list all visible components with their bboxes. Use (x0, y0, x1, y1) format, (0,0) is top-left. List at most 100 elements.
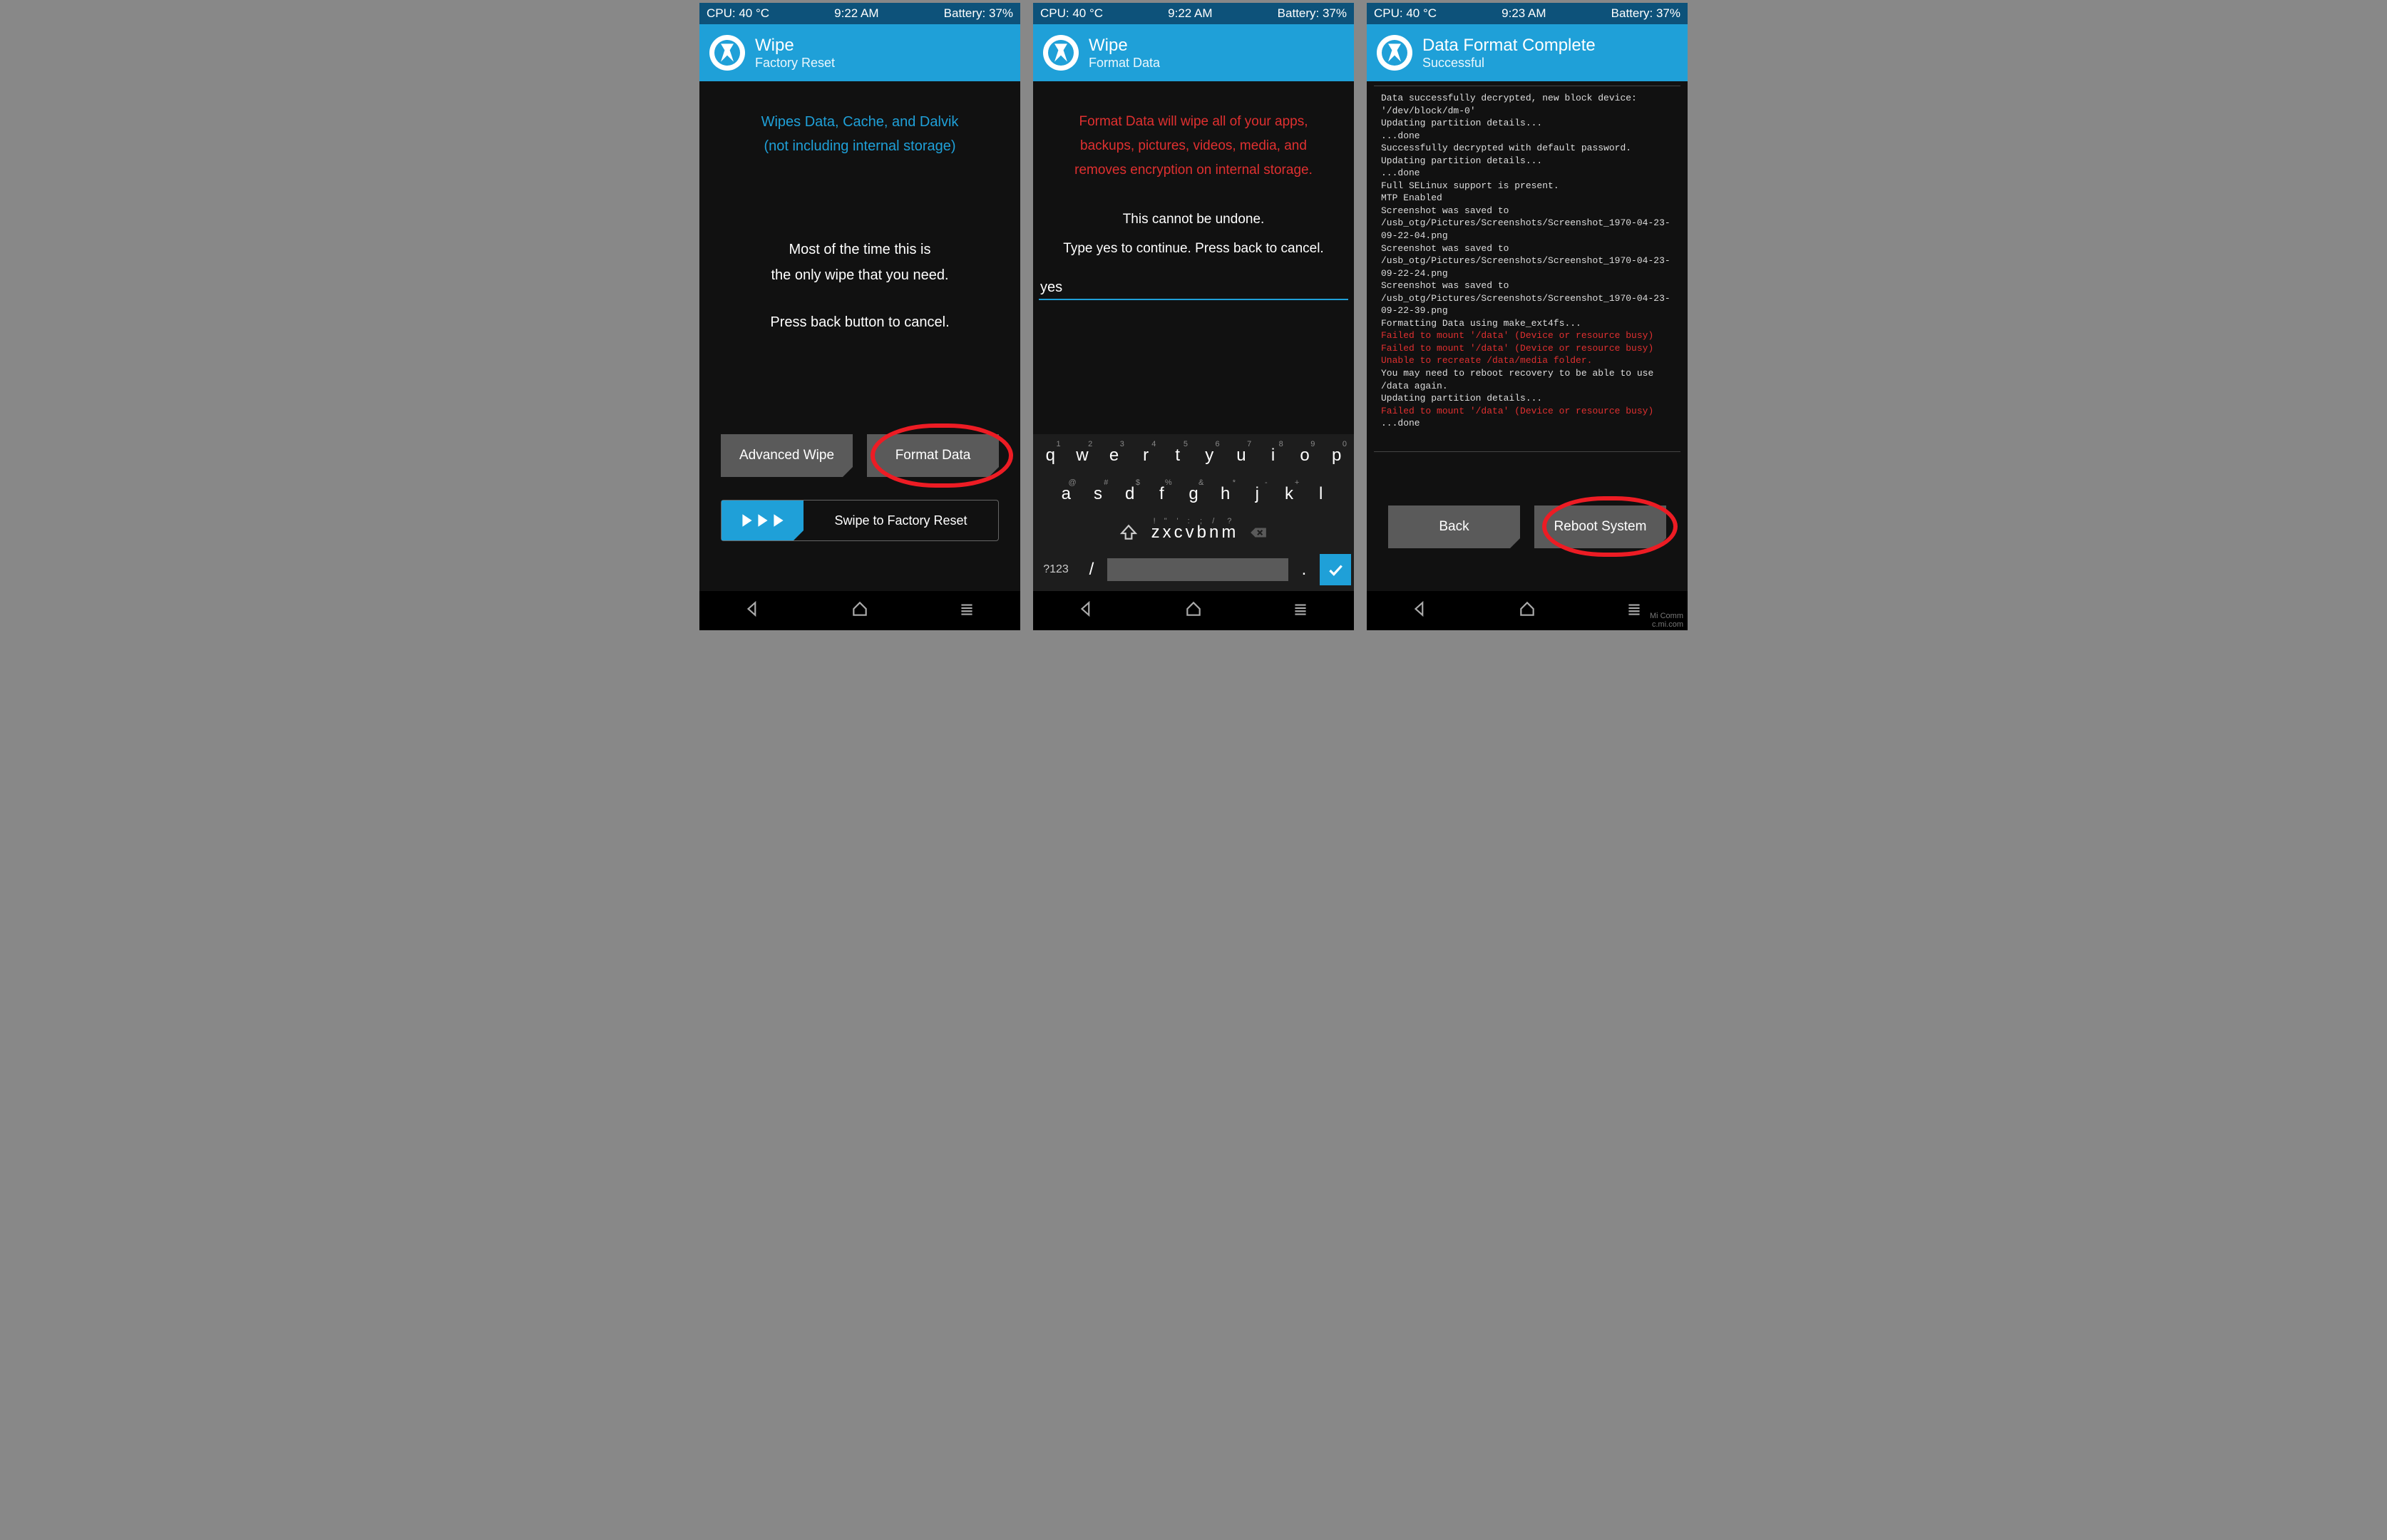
nav-bar (1367, 591, 1688, 630)
log-line: Failed to mount '/data' (Device or resou… (1381, 342, 1673, 355)
log-output: Data successfully decrypted, new block d… (1374, 86, 1680, 436)
enter-key[interactable] (1320, 554, 1351, 585)
key-c[interactable]: c' (1174, 515, 1183, 550)
menu-icon[interactable] (1291, 600, 1310, 622)
body-line: Type yes to continue. Press back to canc… (1033, 234, 1354, 264)
status-bar: CPU: 40 °C 9:22 AM Battery: 37% (1033, 3, 1354, 24)
key-e[interactable]: e3 (1099, 438, 1129, 473)
mode-key[interactable]: ?123 (1036, 563, 1076, 576)
key-p[interactable]: p0 (1322, 438, 1351, 473)
back-icon[interactable] (1411, 600, 1429, 622)
slash-key[interactable]: / (1080, 560, 1103, 580)
key-t[interactable]: t5 (1163, 438, 1192, 473)
page-subtitle: Factory Reset (755, 56, 835, 71)
key-a[interactable]: a@ (1052, 477, 1081, 511)
key-h[interactable]: h* (1211, 477, 1240, 511)
key-n[interactable]: n/ (1209, 515, 1218, 550)
key-s[interactable]: s# (1084, 477, 1113, 511)
page-subtitle: Format Data (1089, 56, 1160, 71)
key-f[interactable]: f% (1147, 477, 1176, 511)
space-key[interactable] (1107, 558, 1288, 581)
key-d[interactable]: d$ (1115, 477, 1144, 511)
format-data-button[interactable]: Format Data (867, 434, 999, 477)
status-battery: Battery: 37% (944, 6, 1013, 21)
screen-wipe-factory-reset: CPU: 40 °C 9:22 AM Battery: 37% Wipe Fac… (699, 3, 1020, 630)
log-line: Screenshot was saved to /usb_otg/Picture… (1381, 242, 1673, 280)
warning-text: Format Data will wipe all of your apps, … (1033, 81, 1354, 183)
page-title: Wipe (1089, 36, 1160, 56)
key-r[interactable]: r4 (1131, 438, 1161, 473)
back-icon[interactable] (744, 600, 762, 622)
key-z[interactable]: z! (1151, 515, 1160, 550)
key-i[interactable]: i8 (1258, 438, 1288, 473)
twrp-logo-icon (1043, 35, 1079, 71)
key-j[interactable]: j- (1243, 477, 1272, 511)
back-button[interactable]: Back (1388, 505, 1520, 548)
log-line: Unable to recreate /data/media folder. (1381, 354, 1673, 367)
advanced-wipe-button[interactable]: Advanced Wipe (721, 434, 853, 477)
home-icon[interactable] (851, 600, 869, 622)
page-title: Wipe (755, 36, 835, 56)
body-text: This cannot be undone. Type yes to conti… (1033, 205, 1354, 265)
button-label: Back (1439, 519, 1469, 535)
log-line: Failed to mount '/data' (Device or resou… (1381, 329, 1673, 342)
status-bar: CPU: 40 °C 9:22 AM Battery: 37% (699, 3, 1020, 24)
key-g[interactable]: g& (1179, 477, 1208, 511)
page-subtitle: Successful (1422, 56, 1596, 71)
swipe-handle[interactable] (722, 500, 804, 540)
status-battery: Battery: 37% (1278, 6, 1347, 21)
key-q[interactable]: q1 (1036, 438, 1065, 473)
header: Wipe Format Data (1033, 24, 1354, 81)
key-b[interactable]: b; (1197, 515, 1206, 550)
shift-key[interactable] (1109, 515, 1149, 550)
confirm-input[interactable] (1039, 277, 1348, 300)
key-v[interactable]: v: (1186, 515, 1194, 550)
back-icon[interactable] (1077, 600, 1096, 622)
key-u[interactable]: u7 (1227, 438, 1256, 473)
log-line: Failed to mount '/data' (Device or resou… (1381, 405, 1673, 418)
status-cpu: CPU: 40 °C (1374, 6, 1437, 21)
key-w[interactable]: w2 (1068, 438, 1097, 473)
screen-format-complete: CPU: 40 °C 9:23 AM Battery: 37% Data For… (1367, 3, 1688, 630)
screen-format-data: CPU: 40 °C 9:22 AM Battery: 37% Wipe For… (1033, 3, 1354, 630)
log-line: Full SELinux support is present. (1381, 180, 1673, 192)
nav-bar (1033, 591, 1354, 630)
reboot-system-button[interactable]: Reboot System (1534, 505, 1666, 548)
home-icon[interactable] (1518, 600, 1536, 622)
twrp-logo-icon (709, 35, 745, 71)
log-line: ...done (1381, 167, 1673, 180)
header: Wipe Factory Reset (699, 24, 1020, 81)
body-line: This cannot be undone. (1033, 205, 1354, 235)
backspace-key[interactable] (1238, 515, 1278, 550)
key-k[interactable]: k+ (1275, 477, 1304, 511)
status-time: 9:22 AM (834, 6, 878, 21)
log-line: Updating partition details... (1381, 117, 1673, 130)
info-line: Wipes Data, Cache, and Dalvik (699, 110, 1020, 134)
period-key[interactable]: . (1293, 560, 1315, 580)
key-o[interactable]: o9 (1290, 438, 1320, 473)
status-battery: Battery: 37% (1611, 6, 1680, 21)
home-icon[interactable] (1184, 600, 1203, 622)
swipe-to-factory-reset[interactable]: Swipe to Factory Reset (721, 500, 999, 541)
key-y[interactable]: y6 (1195, 438, 1224, 473)
menu-icon[interactable] (958, 600, 976, 622)
log-line: Data successfully decrypted, new block d… (1381, 92, 1673, 117)
log-line: Updating partition details... (1381, 392, 1673, 405)
key-x[interactable]: x" (1163, 515, 1171, 550)
info-text: Wipes Data, Cache, and Dalvik (not inclu… (699, 81, 1020, 158)
warn-line: Format Data will wipe all of your apps, (1054, 110, 1333, 134)
key-m[interactable]: m? (1221, 515, 1236, 550)
twrp-logo-icon (1377, 35, 1412, 71)
body-line: Press back button to cancel. (699, 309, 1020, 335)
log-line: Screenshot was saved to /usb_otg/Picture… (1381, 205, 1673, 242)
swipe-label: Swipe to Factory Reset (804, 513, 998, 528)
log-line: ...done (1381, 130, 1673, 143)
key-l[interactable]: l (1306, 477, 1335, 511)
status-time: 9:22 AM (1168, 6, 1212, 21)
divider (1374, 451, 1680, 452)
status-time: 9:23 AM (1502, 6, 1546, 21)
button-label: Advanced Wipe (739, 448, 834, 463)
log-line: You may need to reboot recovery to be ab… (1381, 367, 1673, 392)
menu-icon[interactable] (1625, 600, 1643, 622)
log-line: Successfully decrypted with default pass… (1381, 142, 1673, 155)
